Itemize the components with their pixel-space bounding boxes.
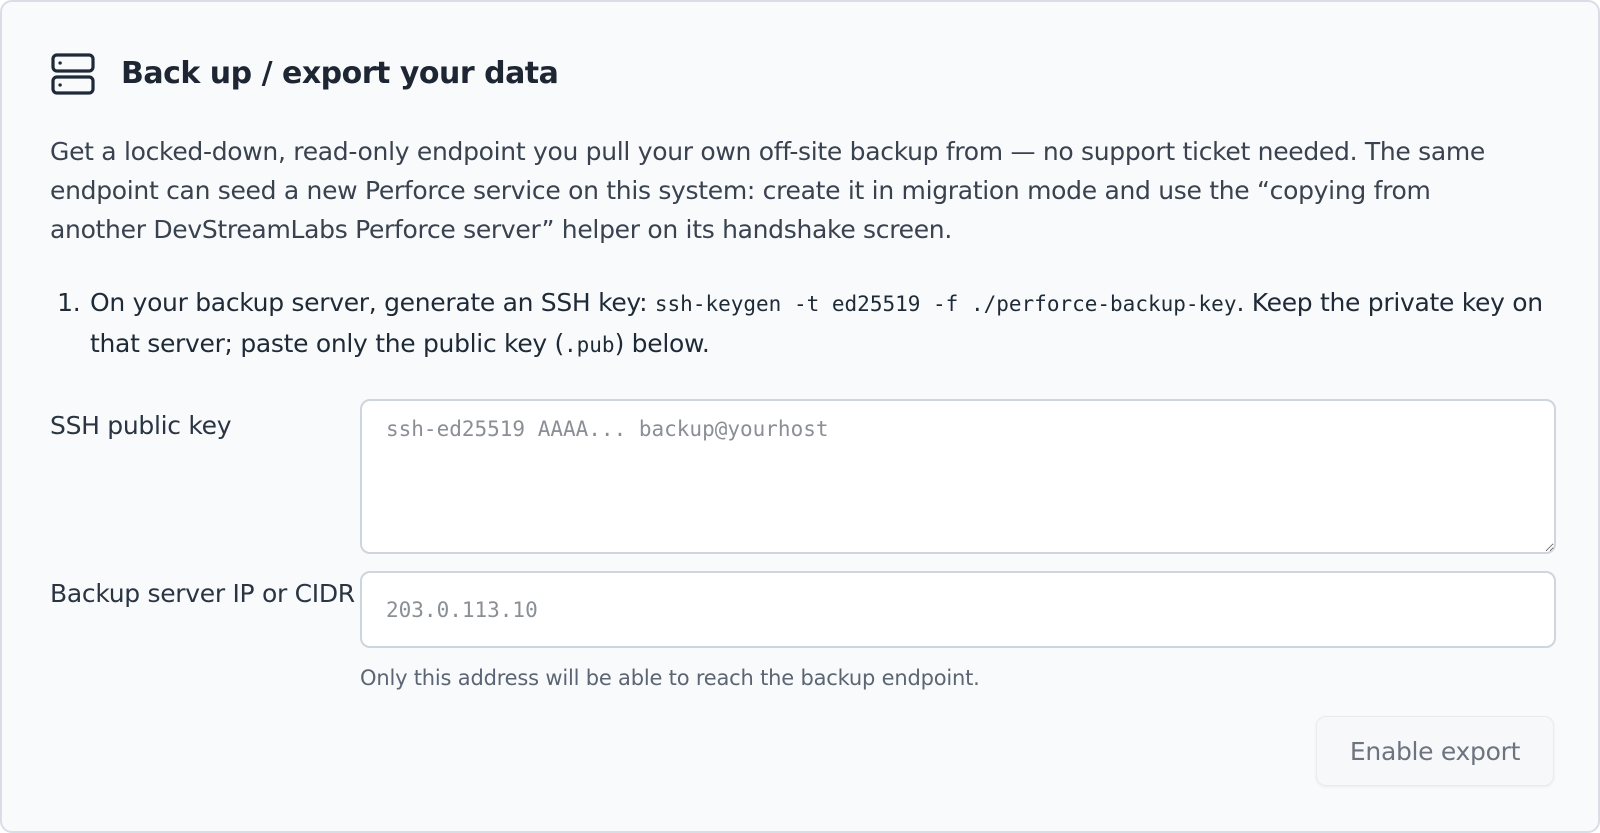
ssh-key-label: SSH public key [50, 411, 232, 440]
backup-ip-input[interactable] [360, 571, 1556, 648]
ssh-key-control [360, 399, 1556, 554]
form-actions: Enable export [1316, 716, 1554, 786]
server-stack-icon [50, 51, 96, 97]
ssh-key-row: SSH public key [50, 399, 1556, 554]
ssh-public-key-textarea[interactable] [360, 399, 1556, 554]
backup-ip-label: Backup server IP or CIDR [50, 579, 355, 608]
step-text: ) below. [614, 329, 710, 358]
backup-export-card: Back up / export your data Get a locked-… [0, 0, 1600, 833]
card-header: Back up / export your data [50, 46, 1552, 102]
step-item: On your backup server, generate an SSH k… [88, 283, 1570, 365]
card-title: Back up / export your data [121, 56, 559, 91]
keygen-command: ssh-keygen -t ed25519 -f ./perforce-back… [654, 292, 1237, 316]
step-text: On your backup server, generate an SSH k… [90, 288, 655, 317]
backup-ip-row: Backup server IP or CIDR Only this addre… [50, 571, 1556, 692]
intro-paragraph: Get a locked-down, read-only endpoint yo… [50, 137, 1485, 244]
instruction-steps: On your backup server, generate an SSH k… [50, 283, 1570, 365]
enable-export-button[interactable]: Enable export [1316, 716, 1554, 786]
backup-ip-control: Only this address will be able to reach … [360, 571, 1556, 692]
pub-extension: .pub [564, 333, 615, 357]
backup-ip-help-text: Only this address will be able to reach … [360, 666, 980, 690]
